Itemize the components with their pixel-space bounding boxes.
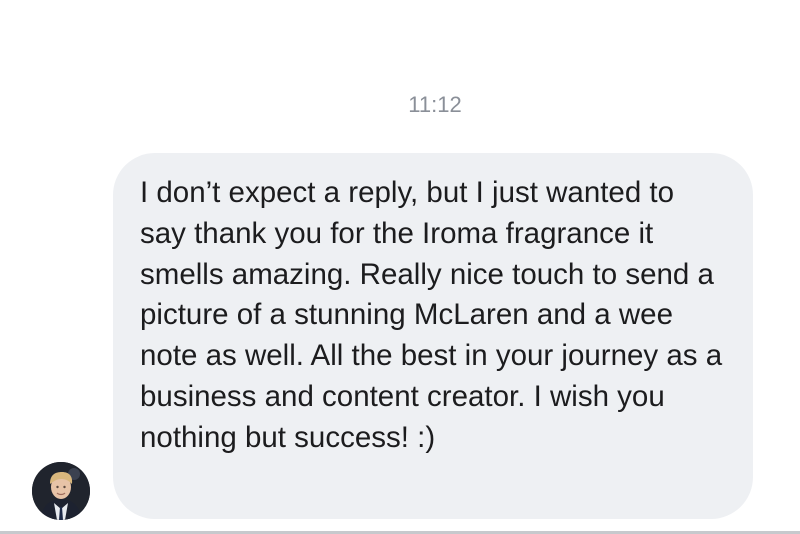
message-thread: 11:12 I don’t expect a reply, but I just… xyxy=(0,0,800,534)
incoming-message-bubble[interactable]: I don’t expect a reply, but I just wante… xyxy=(113,153,753,519)
message-text: I don’t expect a reply, but I just wante… xyxy=(140,176,723,454)
user-avatar-icon xyxy=(32,462,90,520)
sender-avatar[interactable] xyxy=(32,462,90,520)
message-timestamp: 11:12 xyxy=(408,92,462,117)
